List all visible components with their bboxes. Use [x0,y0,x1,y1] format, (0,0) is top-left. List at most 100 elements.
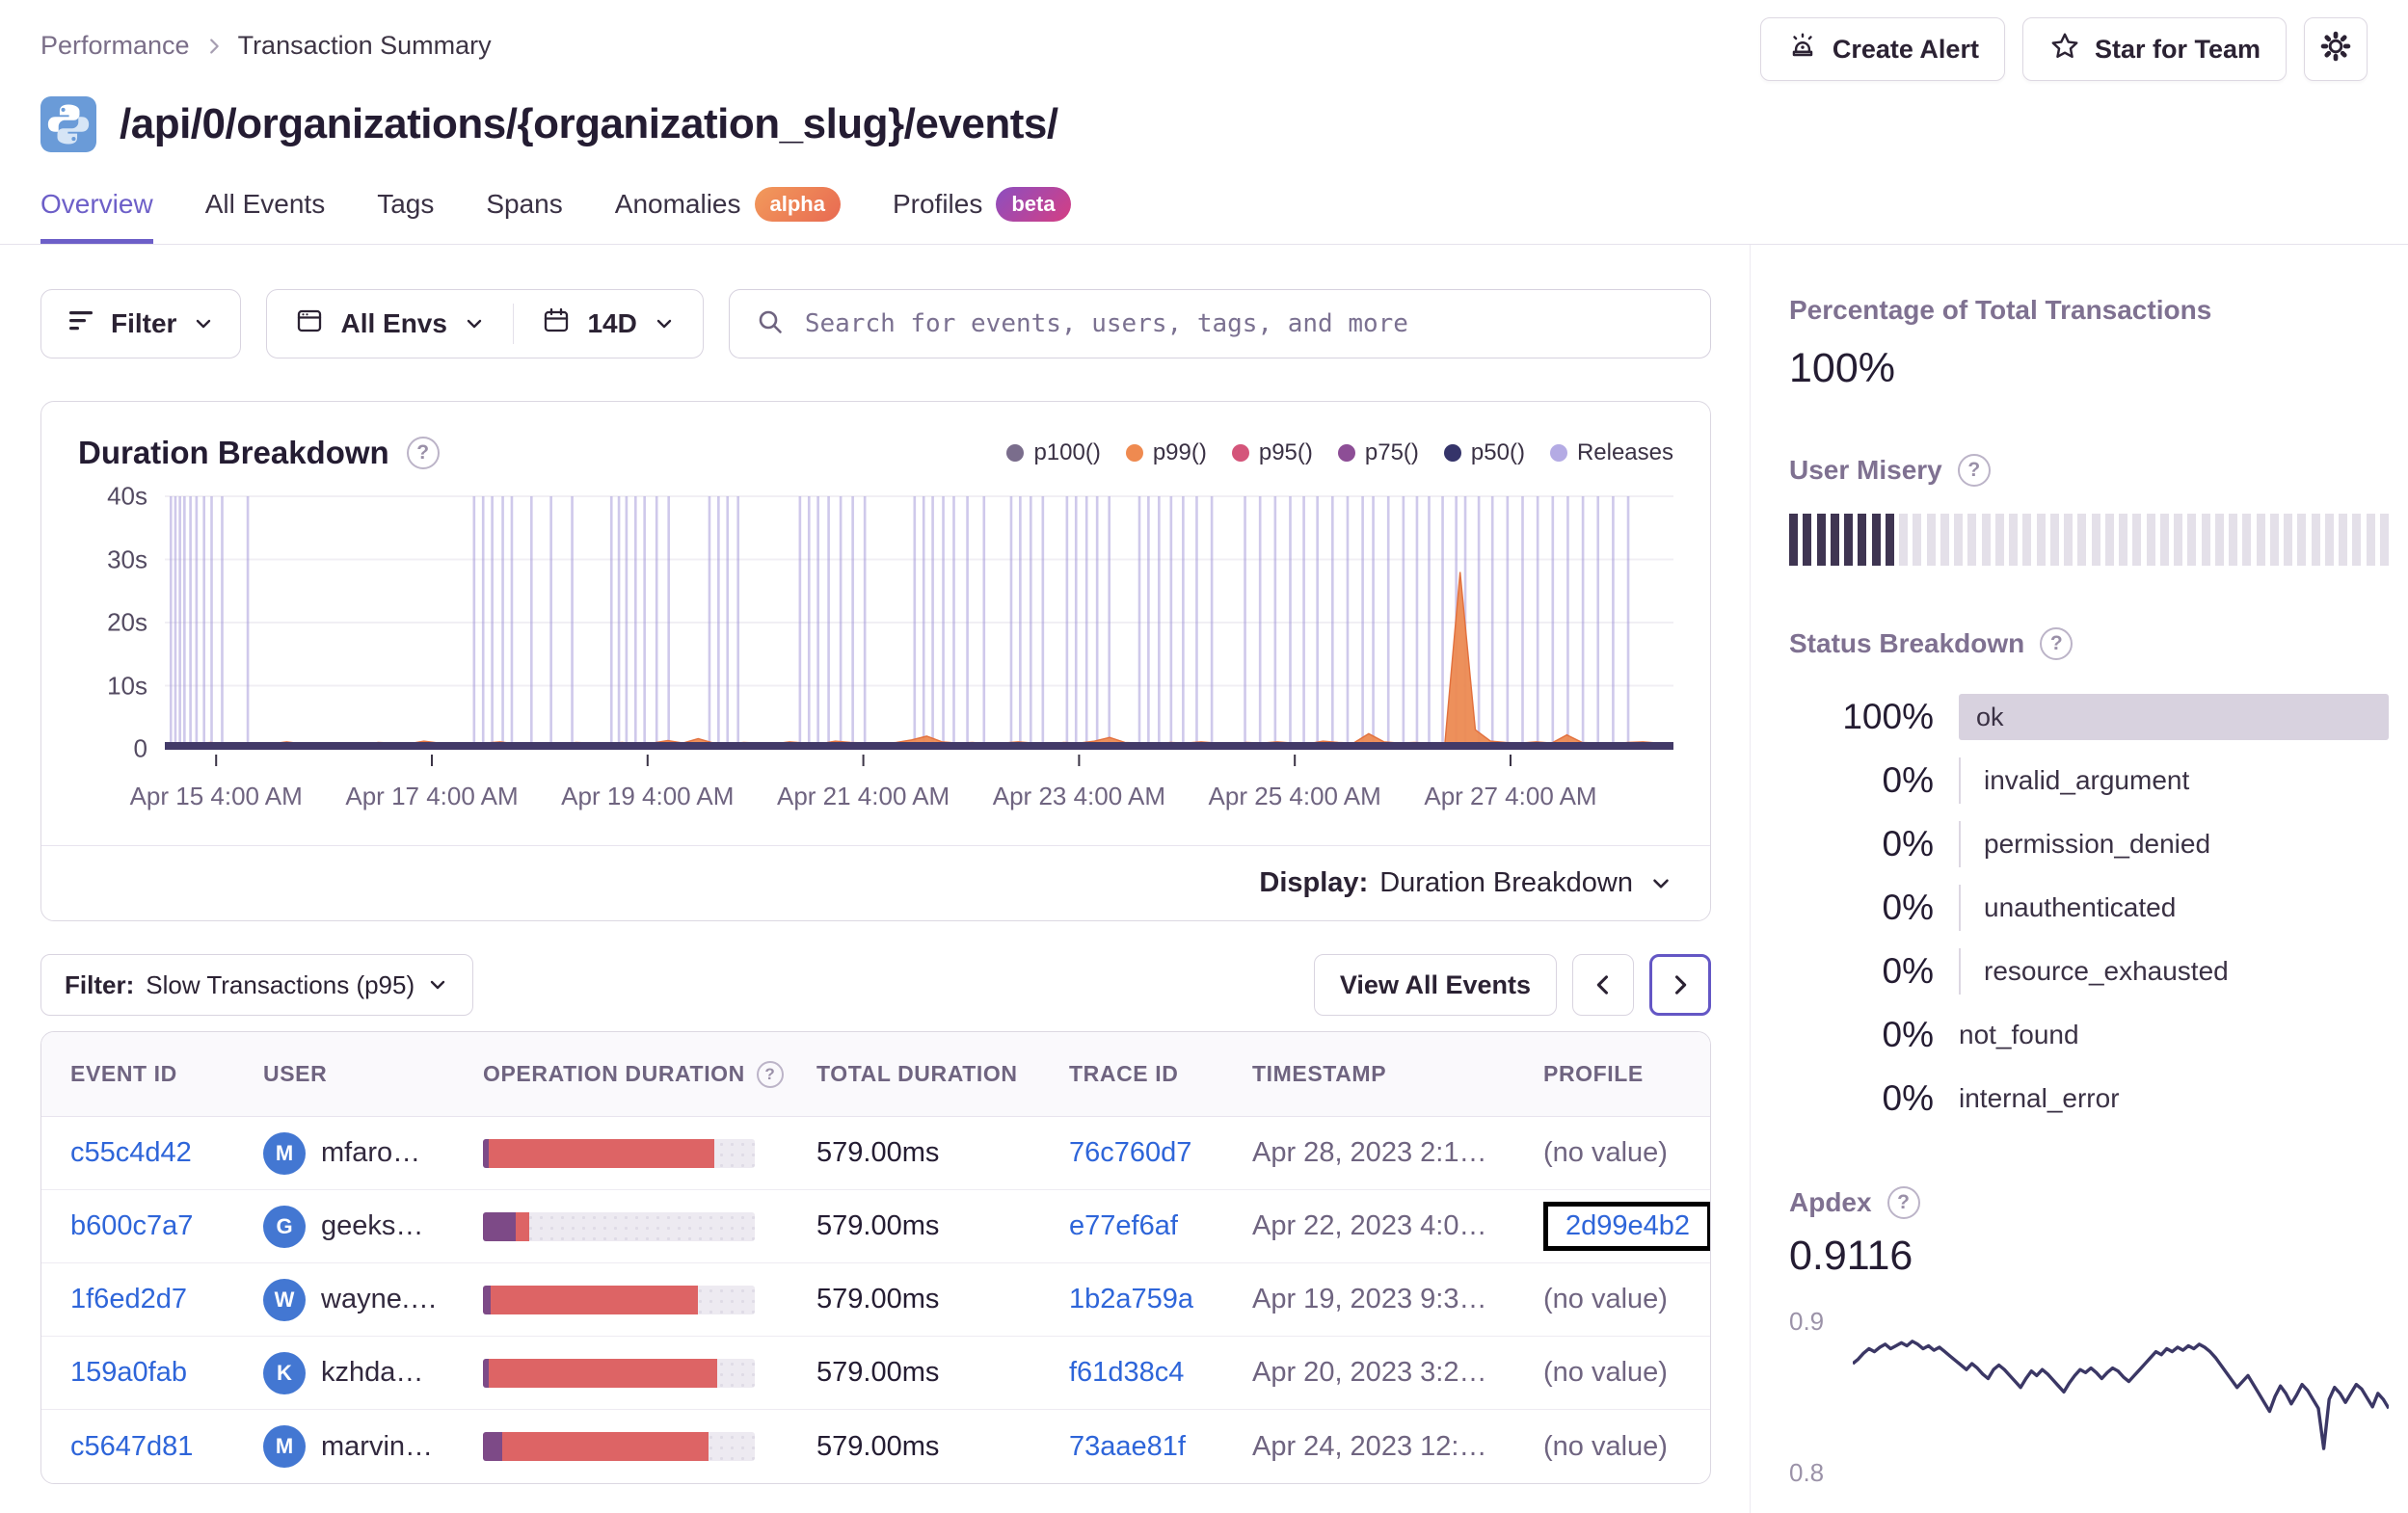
env-date-combo: All Envs 14D [266,289,704,358]
event-id-cell: 1f6ed2d7 [41,1284,234,1315]
status-rows: 100% ok 0% invalid_argument 0% permission_den… [1789,685,2389,1130]
profile-link[interactable]: 2d99e4b2 [1565,1210,1690,1242]
apdex-sparkline-svg [1853,1340,2389,1450]
apdex-sparkline: 0.9 0.8 [1789,1305,2389,1488]
trace-id-cell: 73aae81f [1040,1431,1223,1463]
tab-anomalies-label: Anomalies [614,189,741,219]
help-icon[interactable] [756,1060,784,1088]
help-icon[interactable] [2040,627,2074,660]
event-id-cell: c5647d81 [41,1431,234,1463]
misery-tick [2324,514,2334,566]
event-id-link[interactable]: c55c4d42 [70,1137,192,1169]
tab-anomalies[interactable]: Anomalies alpha [615,187,841,244]
help-icon[interactable] [406,437,440,469]
total-duration-cell: 579.00ms [816,1210,940,1241]
duration-chart-plot[interactable]: Apr 15 4:00 AM Apr 17 4:00 AM Apr 19 4:00 … [130,492,1673,824]
column-header-timestamp: TIMESTAMP [1223,1061,1514,1087]
profile-cell: (no value) [1514,1431,1710,1463]
status-percent: 0% [1882,1078,1934,1118]
legend-dot-icon [1337,444,1355,462]
user-misery-title: User Misery [1789,455,1942,485]
legend-Releases[interactable]: Releases [1549,439,1673,466]
misery-tick [1858,514,1867,566]
status-percent: 100% [1842,697,1934,736]
user-name: mfaro… [321,1137,421,1168]
next-page-button[interactable] [1649,954,1711,1016]
status-row-invalid_argument: 0% invalid_argument [1789,749,2389,812]
status-percent: 0% [1882,1015,1934,1054]
legend-p100[interactable]: p100() [1006,439,1101,466]
duration-chart[interactable]: 40s 30s 20s 10s 0 Apr 15 4:00 AM Apr 17 4:00 … [41,482,1710,824]
y-axis-label: 0 [133,733,147,763]
event-id-link[interactable]: 159a0fab [70,1357,187,1389]
tab-all-events[interactable]: All Events [205,187,326,244]
legend-p95[interactable]: p95() [1231,439,1313,466]
environment-label: All Envs [340,308,447,338]
misery-tick [1981,514,1991,566]
help-icon[interactable] [1957,454,1991,487]
timestamp-cell: Apr 28, 2023 2:1… [1252,1137,1487,1168]
trace-id-link[interactable]: 76c760d7 [1069,1137,1191,1169]
slow-transactions-filter[interactable]: Filter: Slow Transactions (p95) [40,954,474,1016]
transaction-summary-page: Performance Transaction Summary Create A… [0,0,2408,1513]
bar-segment-other [483,1432,502,1461]
environment-selector[interactable]: All Envs [267,290,512,358]
profile-cell: (no value) [1514,1137,1710,1169]
misery-tick [1871,514,1881,566]
operation-duration-cell [454,1432,788,1461]
operation-duration-bar [483,1211,755,1241]
previous-page-button[interactable] [1572,954,1634,1016]
misery-tick [1885,514,1894,566]
search-input[interactable] [804,309,1685,338]
tab-tags[interactable]: Tags [377,187,434,244]
legend-p50[interactable]: p50() [1443,439,1525,466]
table-row: c5647d81 Mmarvin… 579.00ms 73aae81f Apr 24, … [41,1410,1710,1483]
status-row-ok: 100% ok [1789,685,2389,749]
total-duration-cell: 579.00ms [816,1430,940,1462]
event-id-link[interactable]: 1f6ed2d7 [70,1284,187,1315]
apdex-value: 0.9116 [1789,1233,1913,1279]
misery-tick [2064,514,2073,566]
top-bar: Performance Transaction Summary Create A… [40,0,2368,81]
table-row: b600c7a7 Ggeeks… 579.00ms e77ef6af Apr 22, 2… [41,1190,1710,1263]
trace-id-link[interactable]: 73aae81f [1069,1431,1186,1463]
total-duration-cell: 579.00ms [816,1137,940,1168]
misery-tick [2229,514,2237,566]
events-table: EVENT ID USER OPERATION DURATION TOTAL DURA… [40,1031,1711,1484]
trace-id-link[interactable]: e77ef6af [1069,1210,1178,1242]
breadcrumb-performance[interactable]: Performance [40,31,190,61]
event-id-cell: b600c7a7 [41,1210,234,1242]
trace-id-cell: e77ef6af [1040,1210,1223,1242]
status-label: internal_error [1959,1083,2120,1113]
legend-p75[interactable]: p75() [1337,439,1419,466]
filter-dropdown[interactable]: Filter [40,289,242,358]
operation-duration-cell [454,1211,788,1241]
view-all-events-button[interactable]: View All Events [1313,954,1557,1016]
display-selector[interactable]: Display: Duration Breakdown [41,845,1710,920]
star-for-team-button[interactable]: Star for Team [2021,17,2287,81]
apdex-y-top: 0.9 [1789,1307,1825,1336]
event-id-link[interactable]: c5647d81 [70,1431,193,1463]
settings-button[interactable] [2304,17,2368,81]
tab-profiles[interactable]: Profiles beta [893,187,1071,244]
column-header-label: TOTAL DURATION [816,1061,1018,1086]
misery-tick [1899,514,1908,566]
trace-id-link[interactable]: 1b2a759a [1069,1284,1193,1315]
table-row: 159a0fab Kkzhda… 579.00ms f61d38c4 Apr 20, 2… [41,1337,1710,1410]
gear-icon [2318,29,2353,70]
trace-id-link[interactable]: f61d38c4 [1069,1357,1184,1389]
user-name: marvin… [321,1430,434,1462]
event-id-link[interactable]: b600c7a7 [70,1210,193,1242]
legend-p99[interactable]: p99() [1125,439,1207,466]
filter-prefix: Filter: [65,969,135,999]
page-title: /api/0/organizations/{organization_slug}… [120,100,1058,147]
date-range-selector[interactable]: 14D [514,290,702,358]
help-icon[interactable] [1886,1186,1920,1219]
profile-highlight-box: 2d99e4b2 [1543,1202,1710,1251]
star-for-team-label: Star for Team [2094,34,2261,64]
tab-spans[interactable]: Spans [486,187,562,244]
tab-overview[interactable]: Overview [40,187,153,244]
create-alert-button[interactable]: Create Alert [1759,17,2005,81]
misery-tick [1913,514,1922,566]
search-box [728,289,1711,358]
